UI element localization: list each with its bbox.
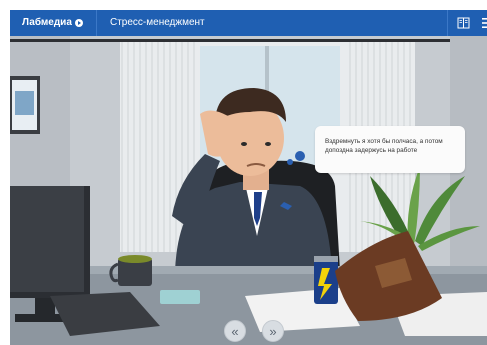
hamburger-icon [482, 18, 487, 28]
menu-button[interactable] [478, 10, 487, 36]
office-scene [10, 36, 487, 345]
brand-name: Лабмедиа [22, 17, 72, 28]
speech-bubble-text: Вздремнуть я хотя бы полчаса, а потом до… [325, 138, 443, 155]
thought-dots [287, 151, 305, 165]
brand-logo[interactable]: Лабмедиа [22, 10, 83, 36]
brand-play-icon [74, 19, 83, 27]
wall-picture [10, 76, 40, 134]
scene-illustration: Вздремнуть я хотя бы полчаса, а потом до… [10, 36, 487, 345]
energy-drink-can [314, 256, 338, 304]
header-divider [96, 10, 97, 36]
speech-bubble: Вздремнуть я хотя бы полчаса, а потом до… [315, 126, 465, 173]
next-arrow-icon: » [269, 323, 277, 339]
glossary-button[interactable] [447, 10, 478, 36]
book-icon [457, 17, 469, 29]
medicine-box [160, 290, 200, 304]
course-title: Стресс-менеджмент [110, 17, 205, 28]
top-bar: Лабмедиа Стресс-менеджмент [10, 10, 487, 36]
previous-slide-button[interactable]: « [224, 320, 246, 342]
previous-arrow-icon: « [231, 323, 239, 339]
next-slide-button[interactable]: » [262, 320, 284, 342]
